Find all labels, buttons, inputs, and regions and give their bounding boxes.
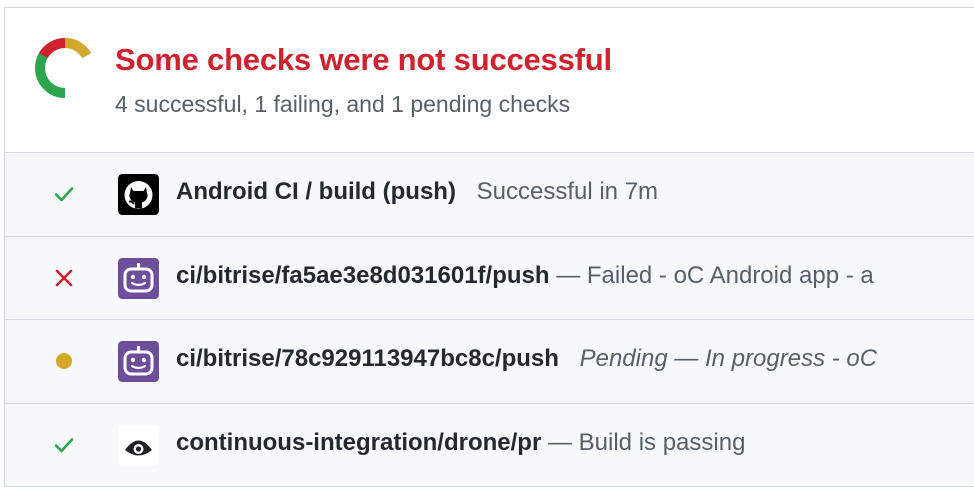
checks-summary-header: Some checks were not successful 4 succes… [5,8,974,153]
check-name[interactable]: ci/bitrise/78c929113947bc8c/push [176,345,559,372]
x-icon [49,263,79,293]
check-name[interactable]: ci/bitrise/fa5ae3e8d031601f/push [176,262,550,289]
check-name[interactable]: Android CI / build (push) [176,178,456,205]
check-text: ci/bitrise/fa5ae3e8d031601f/push — Faile… [176,262,874,290]
bitrise-icon [118,341,159,382]
checks-list: Android CI / build (push) Successful in … [5,153,974,487]
check-text: Android CI / build (push) Successful in … [176,178,658,206]
check-description: Build is passing [579,429,746,456]
check-row[interactable]: continuous-integration/drone/pr — Build … [5,404,974,487]
drone-icon [118,425,159,466]
check-description: Pending — In progress - oC [580,345,877,372]
check-separator: — [550,262,587,289]
check-row[interactable]: Android CI / build (push) Successful in … [5,153,974,237]
check-text: ci/bitrise/78c929113947bc8c/push Pending… [176,345,877,373]
checks-status-donut-icon [34,37,96,99]
dot-icon [49,346,79,376]
bitrise-icon [118,258,159,299]
check-name[interactable]: continuous-integration/drone/pr [176,429,541,456]
github-icon [118,174,159,215]
checks-panel: Some checks were not successful 4 succes… [4,7,974,487]
check-text: continuous-integration/drone/pr — Build … [176,429,745,457]
checks-summary-title: Some checks were not successful [115,42,612,78]
checks-summary-subtitle: 4 successful, 1 failing, and 1 pending c… [115,91,570,118]
check-description: Successful in 7m [477,178,658,205]
check-separator: — [541,429,578,456]
check-icon [49,179,79,209]
check-row[interactable]: ci/bitrise/fa5ae3e8d031601f/push — Faile… [5,237,974,321]
check-description: Failed - oC Android app - a [587,262,874,289]
check-icon [49,430,79,460]
check-row[interactable]: ci/bitrise/78c929113947bc8c/push Pending… [5,320,974,404]
